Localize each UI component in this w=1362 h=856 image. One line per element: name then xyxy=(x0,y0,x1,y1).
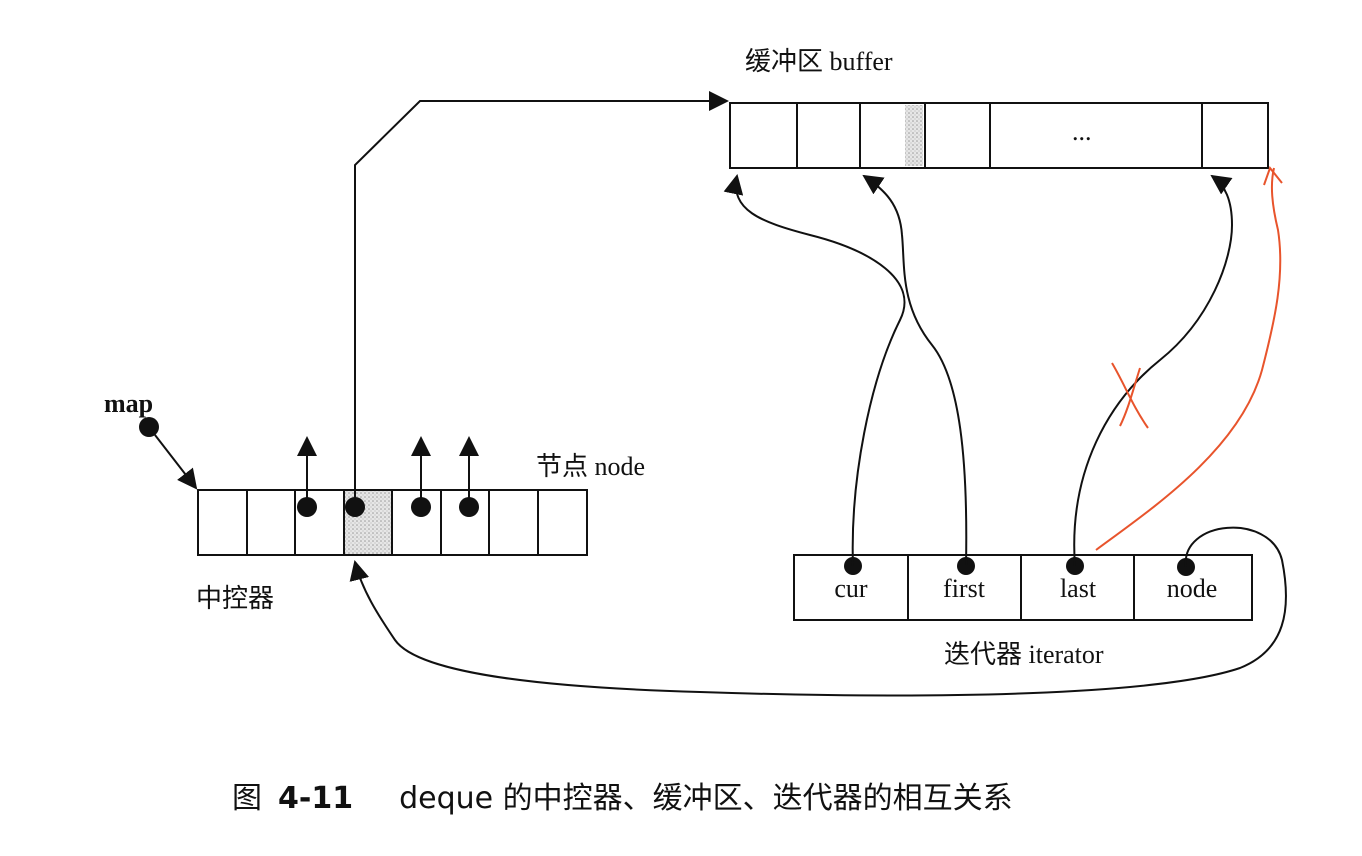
figure-caption: 图 4-11 deque 的中控器、缓冲区、迭代器的相互关系 xyxy=(232,781,1013,816)
iterator-field-last: last xyxy=(1060,574,1097,603)
iterator-field-first: first xyxy=(943,574,986,603)
buffer-cell-shading xyxy=(905,105,923,166)
buffer-cell xyxy=(1201,102,1269,169)
annotation-red-cross xyxy=(1111,362,1149,429)
node-to-buffer-arrow xyxy=(354,91,729,507)
buffer-array xyxy=(729,102,1269,169)
caption-text: deque 的中控器、缓冲区、迭代器的相互关系 xyxy=(399,781,1013,816)
controller-cell xyxy=(488,489,539,556)
deque-diagram: 缓冲区 buffer ... map 节点 node 中控器 cur first… xyxy=(104,47,1287,816)
controller-cell xyxy=(246,489,296,556)
iterator-label: 迭代器 iterator xyxy=(944,640,1104,669)
node-label: 节点 node xyxy=(536,452,645,481)
annotation-red-curve xyxy=(1095,167,1282,551)
caption-number: 4-11 xyxy=(278,781,353,816)
buffer-cell-ellipsis xyxy=(989,102,1203,169)
buffer-cell xyxy=(729,102,798,169)
map-label: map xyxy=(104,389,153,418)
buffer-cell xyxy=(924,102,991,169)
buffer-cell xyxy=(796,102,861,169)
iterator-field-node: node xyxy=(1167,574,1218,603)
controller-array xyxy=(197,489,588,556)
controller-label: 中控器 xyxy=(196,584,274,613)
buffer-ellipsis: ... xyxy=(1072,117,1092,146)
buffer-label: 缓冲区 buffer xyxy=(745,47,893,76)
map-pointer-dot xyxy=(139,417,159,437)
controller-cell xyxy=(197,489,248,556)
map-pointer-arrow xyxy=(154,434,198,490)
iterator-field-cur: cur xyxy=(834,574,868,603)
cur-pointer-arrow xyxy=(723,174,906,567)
caption-prefix: 图 xyxy=(232,781,262,816)
controller-cell xyxy=(537,489,588,556)
